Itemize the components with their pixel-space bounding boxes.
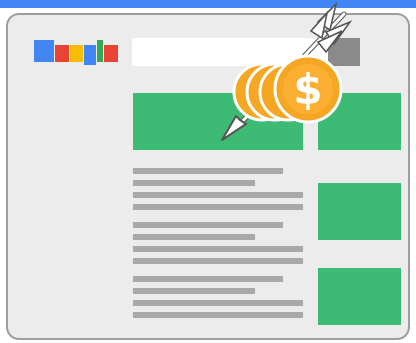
top-bar [0,0,416,8]
side-ad-block-middle [318,183,401,240]
coin-dollar-symbol: $ [293,65,322,114]
dollar-coin-icon: $ [232,54,343,124]
side-ad-block-bottom [318,268,401,325]
illustration-stage: $ [0,0,416,343]
sem-illustration: $ [0,0,416,340]
